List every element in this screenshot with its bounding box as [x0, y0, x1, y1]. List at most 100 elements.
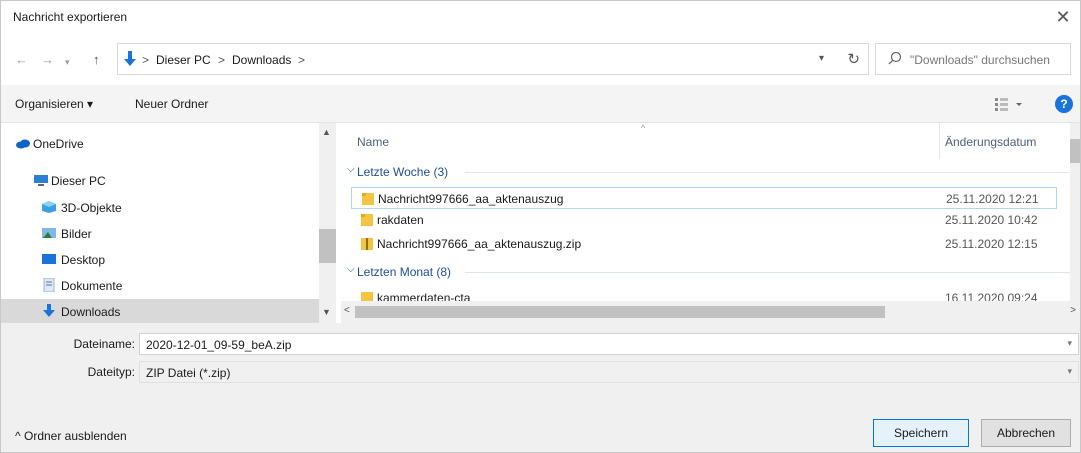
save-form: Dateiname: 2020-12-01_09-59_beA.zip ▾ Da…: [1, 323, 1080, 452]
nav-item-3d-objekte[interactable]: 3D-Objekte: [1, 195, 319, 219]
scroll-up-icon[interactable]: ▲: [322, 127, 331, 137]
address-dropdown-chevron-icon[interactable]: ▾: [819, 53, 824, 64]
search-box[interactable]: "Downloads" durchsuchen: [875, 43, 1071, 75]
nav-item-label: 3D-Objekte: [61, 201, 122, 215]
file-date: 25.11.2020 12:21: [946, 192, 1039, 206]
group-divider: [465, 172, 1070, 173]
desktop-icon: [42, 254, 56, 264]
nav-item-desktop[interactable]: Desktop: [1, 247, 319, 271]
filename-field[interactable]: 2020-12-01_09-59_beA.zip ▾: [139, 333, 1079, 355]
computer-icon: [34, 175, 48, 186]
nav-item-bilder[interactable]: Bilder: [1, 221, 319, 245]
file-row[interactable]: rakdaten 25.11.2020 10:42: [351, 209, 1057, 231]
nav-scrollbar[interactable]: ▲ ▼: [319, 123, 336, 323]
file-row[interactable]: kammerdaten-cta 16.11.2020 09:24: [351, 287, 1057, 301]
scroll-left-icon[interactable]: <: [344, 305, 350, 316]
save-dialog: Nachricht exportieren ✕ ← → ▾ ↑ > Dieser…: [0, 0, 1081, 453]
horizontal-scrollbar[interactable]: < >: [341, 301, 1080, 323]
nav-item-label: Desktop: [61, 253, 106, 267]
nav-item-onedrive[interactable]: OneDrive: [1, 131, 319, 155]
file-name: kammerdaten-cta: [377, 291, 471, 301]
breadcrumb-dieser-pc[interactable]: Dieser PC: [156, 53, 211, 67]
nav-item-label: Dieser PC: [51, 174, 106, 188]
chevron-down-icon[interactable]: ▾: [1067, 338, 1072, 349]
file-date: 16.11.2020 09:24: [945, 291, 1038, 301]
file-date: 25.11.2020 12:15: [945, 237, 1038, 251]
nav-item-label: OneDrive: [33, 137, 84, 151]
nav-item-downloads[interactable]: Downloads: [1, 299, 319, 323]
pictures-icon: [42, 228, 56, 238]
chevron-down-icon: ▾: [1067, 366, 1072, 376]
save-button[interactable]: Speichern: [873, 419, 969, 447]
document-icon: [43, 278, 55, 292]
hide-folders-label: Ordner ausblenden: [23, 429, 127, 443]
horizontal-scroll-thumb[interactable]: [355, 306, 885, 318]
folder-icon: [361, 292, 373, 301]
sort-caret-icon: ^: [641, 123, 646, 133]
address-row: ← → ▾ ↑ > Dieser PC > Downloads > ▾ ↻ "D…: [1, 33, 1080, 85]
window-title: Nachricht exportieren: [13, 10, 128, 24]
group-label: Letzten Monat (8): [357, 265, 452, 279]
file-name: Nachricht997666_aa_aktenauszug.zip: [377, 237, 582, 251]
zip-folder-icon: [361, 238, 373, 250]
help-icon[interactable]: ?: [1055, 95, 1073, 113]
breadcrumb-separator: >: [218, 53, 226, 67]
download-icon: [43, 304, 55, 317]
download-arrow-icon: [124, 51, 136, 66]
title-bar: Nachricht exportieren ✕: [1, 1, 1080, 33]
organize-menu[interactable]: Organisieren ▾: [15, 97, 93, 111]
search-icon: [888, 51, 902, 65]
group-header-last-week[interactable]: ⌵ Letzte Woche (3): [341, 161, 1080, 183]
file-list: ^ Name Änderungsdatum ⌵ Letzte Woche (3)…: [341, 123, 1080, 323]
forward-icon[interactable]: →: [41, 53, 54, 67]
file-row[interactable]: Nachricht997666_aa_aktenauszug.zip 25.11…: [351, 233, 1057, 255]
navigation-pane: OneDrive Dieser PC 3D-Objekte Bilder Des…: [1, 123, 341, 323]
nav-item-label: Downloads: [61, 305, 121, 319]
file-row[interactable]: Nachricht997666_aa_aktenauszug 25.11.202…: [351, 187, 1057, 209]
filetype-select[interactable]: ZIP Datei (*.zip) ▾: [139, 361, 1079, 383]
group-header-last-month[interactable]: ⌵ Letzten Monat (8): [341, 261, 1080, 283]
recent-chevron-down-icon[interactable]: ▾: [65, 55, 70, 69]
breadcrumb-separator: >: [298, 53, 306, 67]
file-date: 25.11.2020 10:42: [945, 213, 1038, 227]
new-folder-button[interactable]: Neuer Ordner: [135, 97, 208, 111]
group-divider: [465, 272, 1070, 273]
column-header-date[interactable]: Änderungsdatum: [945, 135, 1036, 149]
search-placeholder: "Downloads" durchsuchen: [910, 53, 1050, 67]
column-header-name[interactable]: Name: [357, 135, 389, 149]
back-icon[interactable]: ←: [15, 53, 28, 67]
filename-label: Dateiname:: [73, 337, 135, 351]
scroll-right-icon[interactable]: >: [1070, 305, 1076, 316]
refresh-icon[interactable]: ↻: [847, 50, 860, 68]
filename-value: 2020-12-01_09-59_beA.zip: [146, 338, 292, 352]
cloud-icon: [16, 139, 30, 149]
file-name: rakdaten: [377, 213, 424, 227]
command-toolbar: Organisieren ▾ Neuer Ordner ?: [1, 85, 1080, 123]
view-options-icon[interactable]: [994, 95, 1024, 113]
file-list-scroll-thumb[interactable]: [1070, 139, 1080, 163]
file-list-scrollbar[interactable]: [1070, 123, 1080, 301]
chevron-down-icon: ⌵: [347, 264, 355, 275]
group-label: Letzte Woche (3): [357, 165, 449, 179]
column-separator[interactable]: [939, 123, 940, 159]
cube-icon: [42, 201, 56, 213]
filetype-value: ZIP Datei (*.zip): [146, 366, 231, 380]
close-icon[interactable]: ✕: [1052, 6, 1074, 28]
chevron-down-icon: ⌵: [347, 164, 355, 175]
cancel-button[interactable]: Abbrechen: [981, 419, 1071, 447]
filetype-label: Dateityp:: [87, 365, 135, 379]
folder-icon: [361, 214, 373, 226]
file-name: Nachricht997666_aa_aktenauszug: [378, 192, 564, 206]
nav-item-dokumente[interactable]: Dokumente: [1, 273, 319, 297]
up-icon[interactable]: ↑: [93, 53, 100, 67]
hide-folders-toggle[interactable]: ^ Ordner ausblenden: [15, 429, 127, 443]
nav-item-dieser-pc[interactable]: Dieser PC: [1, 168, 319, 192]
folder-icon: [362, 193, 374, 205]
breadcrumb-downloads[interactable]: Downloads: [232, 53, 291, 67]
nav-scroll-thumb[interactable]: [319, 229, 336, 263]
breadcrumb-separator: >: [142, 53, 150, 67]
nav-item-label: Bilder: [61, 227, 92, 241]
scroll-down-icon[interactable]: ▼: [322, 307, 331, 317]
address-bar[interactable]: > Dieser PC > Downloads > ▾ ↻: [117, 43, 869, 75]
chevron-up-icon: ^: [15, 429, 21, 443]
